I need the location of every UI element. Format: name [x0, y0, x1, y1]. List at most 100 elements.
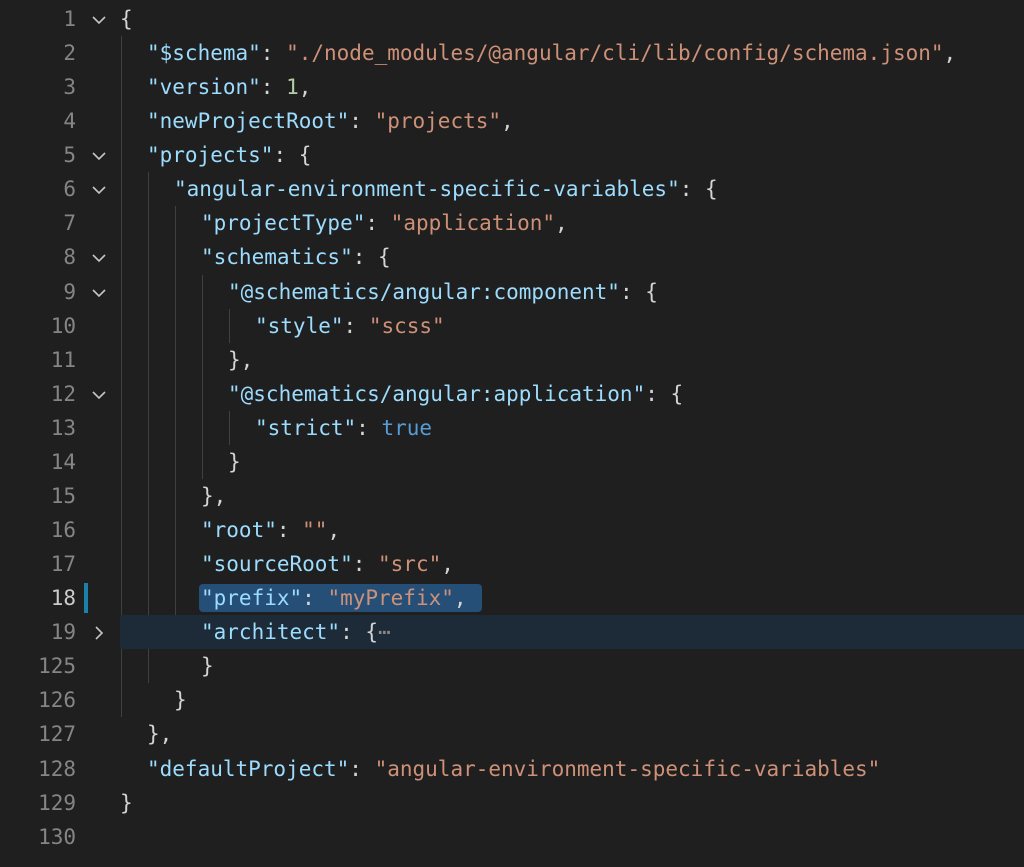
chevron-down-icon[interactable]: [88, 240, 110, 274]
token-str: "angular-environment-specific-variables": [374, 756, 881, 781]
code-text-area[interactable]: "defaultProject": "angular-environment-s…: [120, 752, 1024, 786]
code-text: {: [120, 2, 133, 36]
chevron-down-icon[interactable]: [88, 172, 110, 206]
token-key: "architect": [201, 620, 341, 645]
code-line[interactable]: 11},: [0, 343, 1024, 377]
code-text-area[interactable]: },: [120, 717, 1024, 751]
code-text-area[interactable]: "@schematics/angular:application": {: [120, 377, 1024, 411]
token-str: "myPrefix": [327, 586, 454, 611]
code-line[interactable]: 4 "newProjectRoot": "projects",: [0, 104, 1024, 138]
code-line[interactable]: 130: [0, 820, 1024, 854]
code-text-area[interactable]: "projects": {: [120, 138, 1024, 172]
token-key: "angular-environment-specific-variables": [174, 177, 680, 202]
code-text-area[interactable]: {: [120, 2, 1024, 36]
chevron-right-icon[interactable]: [88, 615, 110, 649]
code-line[interactable]: 8 "schematics": {: [0, 240, 1024, 274]
code-text-area[interactable]: "style": "scss": [120, 309, 1024, 343]
code-line[interactable]: 19 "architect": {⋯: [0, 615, 1024, 650]
code-text-area[interactable]: }: [120, 445, 1024, 479]
code-text-area[interactable]: "architect": {⋯: [120, 615, 1024, 649]
code-text-area[interactable]: "schematics": {: [120, 240, 1024, 274]
token-key: "style": [255, 313, 344, 338]
code-text-area[interactable]: "sourceRoot": "src",: [120, 547, 1024, 581]
code-text: }: [174, 683, 187, 717]
code-line[interactable]: 10 "style": "scss": [0, 309, 1024, 343]
code-line[interactable]: 13 "strict": true: [0, 411, 1024, 445]
code-line[interactable]: 3 "version": 1,: [0, 70, 1024, 104]
chevron-down-icon[interactable]: [88, 377, 110, 411]
token-punct: {: [120, 7, 133, 31]
token-punct: ,: [453, 586, 467, 611]
code-text-area[interactable]: },: [120, 479, 1024, 513]
code-text-area[interactable]: },: [120, 343, 1024, 377]
code-line[interactable]: 12 "@schematics/angular:application": {: [0, 377, 1024, 411]
code-text: "$schema": "./node_modules/@angular/cli/…: [147, 36, 956, 70]
line-number: 10: [50, 313, 76, 338]
token-punct: ,: [555, 211, 568, 236]
code-text-area[interactable]: }: [120, 786, 1024, 820]
code-text: "angular-environment-specific-variables"…: [174, 172, 718, 206]
token-punct: ,: [943, 41, 957, 66]
code-text: "architect": {⋯: [201, 615, 391, 649]
code-text-area[interactable]: "strict": true: [120, 411, 1024, 445]
code-editor[interactable]: 1{2 "$schema": "./node_modules/@angular/c…: [0, 0, 1024, 867]
code-text-area[interactable]: }: [120, 683, 1024, 717]
token-bool: true: [381, 415, 433, 440]
chevron-down-icon[interactable]: [88, 275, 110, 309]
code-line[interactable]: 15},: [0, 479, 1024, 513]
code-line[interactable]: 129}: [0, 786, 1024, 820]
code-line[interactable]: 7 "projectType": "application",: [0, 206, 1024, 240]
code-line[interactable]: 6 "angular-environment-specific-variables…: [0, 172, 1024, 206]
line-number: 18: [50, 586, 76, 611]
token-ellipsis[interactable]: ⋯: [378, 620, 391, 644]
code-text-area[interactable]: "@schematics/angular:component": {: [120, 275, 1024, 309]
code-line[interactable]: 17 "sourceRoot": "src",: [0, 547, 1024, 581]
code-text-area[interactable]: "newProjectRoot": "projects",: [120, 104, 1024, 138]
token-key: "prefix": [201, 586, 303, 611]
line-number: 11: [50, 347, 76, 372]
line-number: 19: [50, 620, 76, 645]
line-number: 12: [50, 381, 76, 406]
code-text-area[interactable]: [120, 820, 1024, 854]
line-number: 3: [63, 75, 76, 100]
code-text: },: [228, 343, 253, 377]
code-line[interactable]: 1{: [0, 2, 1024, 36]
code-line[interactable]: 16 "root": "",: [0, 513, 1024, 547]
token-punct: }: [201, 654, 214, 679]
token-punct: :: [365, 211, 391, 236]
token-key: "newProjectRoot": [147, 109, 350, 134]
token-key: "projectType": [201, 211, 366, 236]
code-text-area[interactable]: "version": 1,: [120, 70, 1024, 104]
line-number: 126: [38, 688, 76, 713]
line-number: 129: [38, 790, 76, 815]
code-line[interactable]: 127},: [0, 717, 1024, 751]
code-text-area[interactable]: "root": "",: [120, 513, 1024, 547]
chevron-down-icon[interactable]: [88, 138, 110, 172]
code-line[interactable]: 128 "defaultProject": "angular-environmen…: [0, 752, 1024, 786]
token-str: "src": [378, 552, 442, 577]
token-punct: : {: [340, 620, 379, 645]
code-text-area[interactable]: }: [120, 649, 1024, 683]
code-line[interactable]: 9 "@schematics/angular:component": {: [0, 275, 1024, 309]
line-number: 130: [38, 824, 76, 849]
code-text-area[interactable]: "prefix": "myPrefix",: [120, 581, 1024, 615]
token-punct: : {: [273, 143, 312, 168]
modified-line-indicator: [84, 583, 88, 614]
line-number: 16: [50, 518, 76, 543]
line-number: 7: [63, 211, 76, 236]
code-line[interactable]: 126}: [0, 683, 1024, 717]
code-text-area[interactable]: "projectType": "application",: [120, 206, 1024, 240]
code-text: "version": 1,: [147, 70, 311, 104]
token-punct: ,: [327, 518, 341, 543]
code-text-area[interactable]: "$schema": "./node_modules/@angular/cli/…: [120, 36, 1024, 70]
token-punct: :: [349, 109, 375, 134]
token-punct: : {: [679, 177, 718, 202]
chevron-down-icon[interactable]: [88, 2, 110, 36]
code-line[interactable]: 5 "projects": {: [0, 138, 1024, 172]
code-line[interactable]: 2 "$schema": "./node_modules/@angular/cli…: [0, 36, 1024, 70]
code-line[interactable]: 14}: [0, 445, 1024, 479]
code-text: "sourceRoot": "src",: [201, 547, 454, 581]
code-line[interactable]: 125}: [0, 649, 1024, 683]
code-line[interactable]: 18 "prefix": "myPrefix",: [0, 581, 1024, 615]
code-text-area[interactable]: "angular-environment-specific-variables"…: [120, 172, 1024, 206]
